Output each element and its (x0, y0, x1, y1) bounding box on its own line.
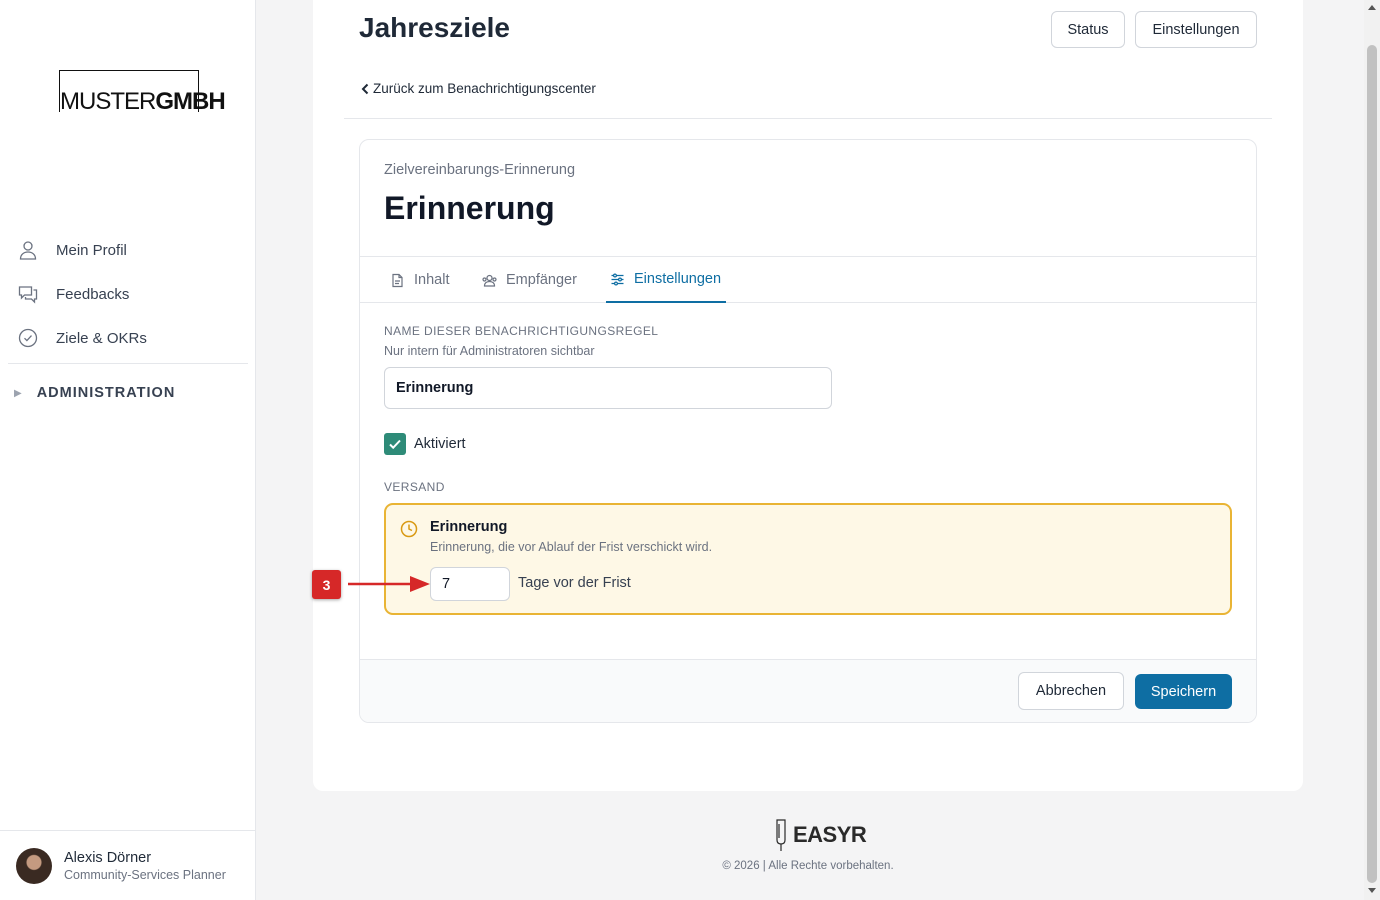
reminder-title: Erinnerung (430, 519, 508, 535)
card-subtitle: Zielvereinbarungs-Erinnerung (384, 162, 576, 178)
sidebar-item-goals[interactable]: Ziele & OKRs (0, 316, 256, 360)
page-title: Jahresziele (359, 12, 510, 43)
company-logo[interactable]: MUSTERGMBH (59, 70, 226, 115)
card-footer: Abbrechen Speichern (360, 659, 1256, 722)
tab-einstellungen[interactable]: Einstellungen (606, 257, 726, 303)
logo-text-light: MUSTER (60, 88, 156, 115)
tab-label: Inhalt (414, 272, 450, 288)
save-button[interactable]: Speichern (1135, 674, 1232, 709)
copyright-text: © 2026 | Alle Rechte vorbehalten. (722, 860, 894, 872)
reminder-option[interactable]: Erinnerung Erinnerung, die vor Ablauf de… (384, 503, 1232, 615)
user-icon (19, 241, 37, 260)
logo-text-bold: GMBH (155, 88, 225, 115)
header-divider (344, 118, 1272, 119)
sidebar-item-label: Mein Profil (56, 241, 127, 259)
sidebar-item-profile[interactable]: Mein Profil (0, 228, 256, 272)
settings-button[interactable]: Einstellungen (1135, 11, 1257, 48)
chevron-left-icon (361, 83, 369, 94)
versand-label: Versand (384, 480, 445, 494)
scrollbar[interactable] (1364, 0, 1380, 900)
rule-name-hint: Nur intern für Administratoren sichtbar (384, 344, 595, 358)
easyr-logo[interactable]: EASYR (772, 818, 867, 852)
pin-icon (776, 819, 786, 851)
sidebar-item-feedbacks[interactable]: Feedbacks (0, 272, 256, 316)
activated-checkbox-row[interactable]: Aktiviert (384, 433, 466, 455)
sidebar-admin-label: ADMINISTRATION (36, 385, 176, 401)
tab-label: Einstellungen (634, 271, 722, 287)
back-link-label: Zurück zum Benachrichtigungscenter (373, 81, 596, 96)
tab-label: Empfänger (506, 272, 577, 288)
tab-bar: Inhalt Empfänger Einstellungen (360, 256, 1256, 303)
users-icon (482, 274, 497, 287)
annotation-arrow-icon (348, 576, 430, 592)
back-link[interactable]: Zurück zum Benachrichtigungscenter (360, 81, 596, 96)
days-before-label: Tage vor der Frist (518, 575, 631, 591)
activated-checkbox[interactable] (384, 433, 406, 455)
activated-label: Aktiviert (414, 436, 466, 452)
tab-empfaenger[interactable]: Empfänger (482, 257, 577, 303)
rule-name-input[interactable] (384, 367, 832, 409)
card-title: Erinnerung (384, 190, 555, 226)
status-button[interactable]: Status (1051, 11, 1125, 48)
scroll-down-icon[interactable] (1368, 888, 1376, 893)
scroll-up-icon[interactable] (1368, 5, 1376, 10)
sidebar-item-administration[interactable]: ▶ ADMINISTRATION (0, 364, 256, 422)
sliders-icon (611, 272, 624, 286)
chat-icon (18, 286, 38, 304)
clock-icon (400, 520, 418, 538)
document-icon (392, 273, 403, 287)
check-circle-icon (18, 328, 38, 348)
sidebar-item-label: Feedbacks (56, 285, 130, 303)
brand-name: EASYR (793, 822, 867, 847)
annotation-badge: 3 (312, 570, 341, 599)
checkmark-icon (389, 439, 401, 450)
rule-name-label: Name dieser Benachrichtigungsregel (384, 324, 659, 338)
sidebar-item-label: Ziele & OKRs (56, 329, 147, 347)
triangle-right-icon: ▶ (14, 387, 23, 399)
scroll-thumb[interactable] (1367, 45, 1377, 883)
cancel-button[interactable]: Abbrechen (1018, 672, 1124, 710)
days-before-input[interactable] (430, 567, 510, 601)
reminder-description: Erinnerung, die vor Ablauf der Frist ver… (430, 540, 713, 554)
sidebar-nav: Mein Profil Feedbacks Ziele & OKRs ▶ ADM… (0, 228, 256, 422)
notification-rule-card: Zielvereinbarungs-Erinnerung Erinnerung … (359, 139, 1257, 723)
tab-inhalt[interactable]: Inhalt (390, 257, 449, 303)
sidebar: MUSTERGMBH Mein Profil Feedbacks Ziele &… (0, 0, 256, 900)
